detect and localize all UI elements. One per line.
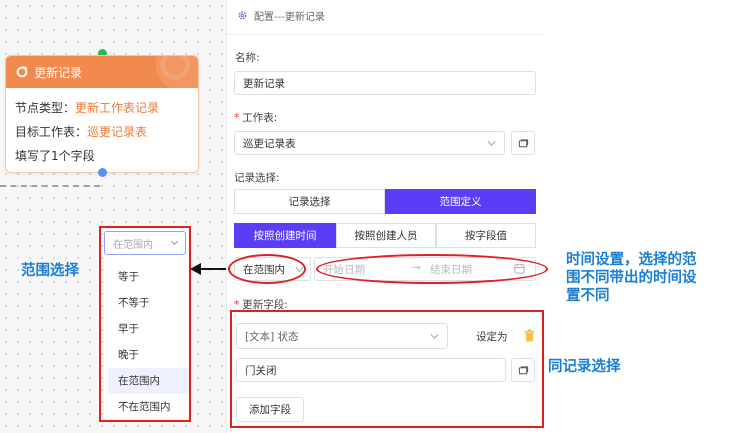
connector-line xyxy=(0,185,100,187)
node-type-value: 更新工作表记录 xyxy=(75,101,160,115)
update-record-node[interactable]: 更新记录 节点类型：更新工作表记录 目标工作表：巡更记录表 填写了1个字段 xyxy=(5,55,199,173)
node-target-value: 巡更记录表 xyxy=(87,125,148,139)
name-input-value: 更新记录 xyxy=(243,77,285,90)
tab-by-field-value[interactable]: 按字段值 xyxy=(436,223,536,248)
record-select-label: 记录选择: xyxy=(234,172,280,184)
node-body: 节点类型：更新工作表记录 目标工作表：巡更记录表 填写了1个字段 xyxy=(6,88,198,172)
node-target-row: 目标工作表：巡更记录表 xyxy=(15,120,189,144)
chevron-down-icon xyxy=(487,140,496,147)
panel-title: 配置---更新记录 xyxy=(237,8,325,23)
node-target-label: 目标工作表： xyxy=(15,125,88,139)
name-input[interactable]: 更新记录 xyxy=(234,71,536,95)
panel-divider xyxy=(227,34,543,35)
name-label: 名称: xyxy=(235,52,260,64)
node-type-label: 节点类型： xyxy=(15,101,76,115)
sheet-link-button[interactable] xyxy=(511,131,535,155)
node-output-port[interactable] xyxy=(98,168,107,177)
range-type-tabs: 按照创建时间 按照创建人员 按字段值 xyxy=(234,223,536,248)
annotation-range-select: 范围选择 xyxy=(21,263,79,279)
annotation-time-setting: 时间设置，选择的范围不同带出的时间设置不同 xyxy=(566,252,697,304)
tab-by-creator[interactable]: 按照创建人员 xyxy=(336,223,436,248)
refresh-icon xyxy=(16,66,28,78)
node-title: 更新记录 xyxy=(34,65,83,80)
annotation-same-as-record: 同记录选择 xyxy=(548,359,621,375)
record-select-tabs: 记录选择 范围定义 xyxy=(234,189,536,214)
annotation-box-dropdown xyxy=(99,226,191,422)
node-header: 更新记录 xyxy=(6,56,198,92)
annotation-box-update-fields xyxy=(230,310,544,428)
annotation-ellipse-condition xyxy=(228,254,306,284)
tab-by-create-time[interactable]: 按照创建时间 xyxy=(234,223,336,248)
sheet-label-text: 工作表: xyxy=(242,112,278,124)
sheet-select-value: 巡更记录表 xyxy=(243,137,296,150)
link-icon xyxy=(518,138,528,147)
annotation-ellipse-date-range xyxy=(316,254,548,284)
gear-icon xyxy=(238,11,247,20)
sheet-label: * 工作表: xyxy=(234,112,278,124)
node-fields-summary: 填写了1个字段 xyxy=(15,149,95,163)
tab-range-define[interactable]: 范围定义 xyxy=(385,189,536,214)
sheet-select[interactable]: 巡更记录表 xyxy=(234,131,505,155)
panel-title-text: 配置---更新记录 xyxy=(254,12,325,23)
node-type-row: 节点类型：更新工作表记录 xyxy=(15,96,189,120)
tab-record-select[interactable]: 记录选择 xyxy=(234,189,385,214)
